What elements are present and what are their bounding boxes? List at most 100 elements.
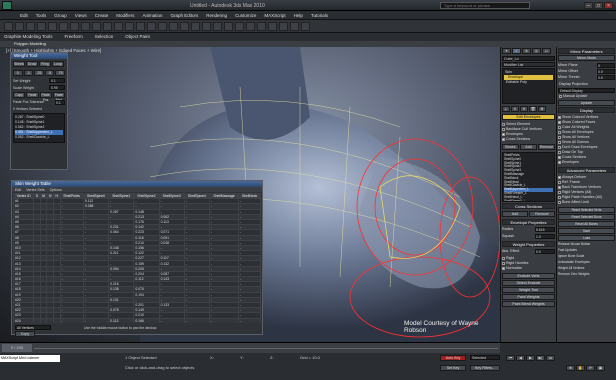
checkbox-icon[interactable]: [558, 135, 561, 139]
spinner-snap-icon[interactable]: [191, 22, 200, 31]
table-cell[interactable]: 0.113: [108, 317, 135, 323]
wt-loop-button[interactable]: Loop: [52, 61, 64, 67]
play-icon[interactable]: ▶: [526, 355, 535, 361]
time-slider-thumb[interactable]: 0 / 100: [2, 344, 32, 352]
adv-button[interactable]: Ignore Bone Scale: [558, 254, 615, 259]
checkbox-icon[interactable]: [558, 175, 561, 179]
make-unique-icon[interactable]: ∀: [520, 106, 528, 112]
render-frame-icon[interactable]: [290, 22, 299, 31]
next-frame-icon[interactable]: ▶|: [536, 355, 545, 361]
checkbox-icon[interactable]: [558, 140, 561, 144]
wt-grow-button[interactable]: Grow: [26, 61, 38, 67]
menu-item-maxscript[interactable]: MAXScript: [264, 13, 285, 18]
selected-set-select[interactable]: Selected: [470, 355, 500, 360]
bones-list[interactable]: ShellPelvis ShellSpine0 ShellSpine1 ShellSp…: [502, 152, 555, 202]
select-icon[interactable]: [59, 22, 68, 31]
close-button[interactable]: ×: [604, 2, 613, 9]
modify-tab-icon[interactable]: ◐: [512, 48, 521, 54]
mirror-header[interactable]: Mirror Parameters: [558, 48, 615, 54]
column-header[interactable]: ShellMassage: [209, 193, 240, 200]
configure-sets-icon[interactable]: ⚙: [538, 106, 546, 112]
menu-item-tools[interactable]: Tools: [36, 13, 47, 18]
search-input[interactable]: Type a keyword or phrase: [440, 2, 530, 9]
table-cell[interactable]: -: [209, 317, 240, 323]
option-checkbox[interactable]: Cross Sections: [502, 137, 555, 142]
checkbox-icon[interactable]: [558, 195, 561, 199]
wt-ring-button[interactable]: Ring: [39, 61, 51, 67]
adv-button[interactable]: Fast Updates: [558, 248, 615, 253]
mirror-field-input[interactable]: X: [597, 63, 615, 68]
link-icon[interactable]: [26, 22, 35, 31]
wt-paste-bind-button[interactable]: Paste Bind: [52, 92, 65, 102]
checkbox-icon[interactable]: [502, 132, 505, 136]
weight-option[interactable]: Normalize: [502, 266, 555, 271]
minimize-button[interactable]: –: [584, 2, 593, 9]
column-header[interactable]: ShellSpine1: [108, 193, 135, 200]
checkbox-icon[interactable]: [558, 180, 561, 184]
skin-tool-button[interactable]: Weight Tool: [502, 287, 555, 293]
menu-item-create[interactable]: Create: [95, 13, 109, 18]
set-weight-field[interactable]: 0.1: [49, 78, 65, 83]
ribbon-sub-label[interactable]: Polygon Modeling: [14, 41, 46, 46]
wt-paste-button[interactable]: Paste: [26, 92, 39, 98]
mirror-field-input[interactable]: 0.0: [597, 69, 615, 74]
ribbon-tab-3[interactable]: Object Paint: [125, 34, 150, 39]
checkbox-icon[interactable]: [558, 160, 561, 164]
table-row[interactable]: #24- -0.113 0.166- - - -: [13, 317, 261, 323]
cs-add-button[interactable]: Add: [502, 211, 528, 217]
table-cell[interactable]: -: [158, 317, 185, 323]
pin-stack-icon[interactable]: ⊥: [502, 106, 510, 112]
pivot-icon[interactable]: [147, 22, 156, 31]
checkbox-icon[interactable]: [558, 200, 561, 204]
auto-key-button[interactable]: Auto Key: [440, 355, 466, 361]
skin-tool-button[interactable]: Exclude Verts: [502, 273, 555, 279]
column-header[interactable]: ShellSpine2: [133, 193, 160, 200]
percent-snap-icon[interactable]: [180, 22, 189, 31]
squash-field[interactable]: 1.0: [535, 234, 555, 239]
table-menu-2[interactable]: Options: [50, 188, 62, 192]
checkbox-icon[interactable]: [558, 125, 561, 129]
window-crossing-icon[interactable]: [92, 22, 101, 31]
named-sel-icon[interactable]: [202, 22, 211, 31]
bind-icon[interactable]: [48, 22, 57, 31]
table-cell[interactable]: 0.166: [133, 317, 160, 323]
maximize-button[interactable]: □: [594, 2, 603, 9]
rect-select-icon[interactable]: [81, 22, 90, 31]
checkbox-icon[interactable]: [502, 261, 505, 265]
checkbox-icon[interactable]: [558, 115, 561, 119]
bone-item[interactable]: ShellFinger0_L: [504, 199, 553, 201]
bones-tab-1[interactable]: Add: [520, 144, 537, 150]
remove-modifier-icon[interactable]: 🗑: [529, 106, 537, 112]
menu-item-tutorials[interactable]: Tutorials: [311, 13, 328, 18]
orbit-icon[interactable]: ⟳: [586, 365, 595, 371]
abs-effect-field[interactable]: 0.0: [535, 249, 555, 254]
schematic-icon[interactable]: [257, 22, 266, 31]
column-header[interactable]: ShellPelvis: [59, 193, 84, 200]
wt-paste-pos-button[interactable]: Paste Pos: [39, 92, 52, 102]
weight-props-header[interactable]: Weight Properties: [502, 241, 555, 247]
display-option[interactable]: Envelopes: [558, 160, 615, 165]
bones-tab-0[interactable]: Bones: [502, 144, 519, 150]
table-cell[interactable]: -: [82, 317, 110, 323]
skin-tool-button[interactable]: Paint Blend Weights: [502, 301, 555, 307]
ref-coord-icon[interactable]: [136, 22, 145, 31]
manual-update-check[interactable]: Manual Update: [557, 94, 616, 99]
menu-item-graph-editors[interactable]: Graph Editors: [171, 13, 199, 18]
checkbox-icon[interactable]: [502, 137, 505, 141]
modifier-list-dropdown[interactable]: Modifier List: [502, 62, 555, 67]
render-icon[interactable]: [301, 22, 310, 31]
set-key-button[interactable]: Set Key: [440, 365, 466, 371]
edit-envelopes-button[interactable]: Edit Envelopes: [502, 114, 555, 120]
adv-button[interactable]: Animatable Envelopes: [558, 260, 615, 265]
skin-tool-button[interactable]: Select Exclude: [502, 280, 555, 286]
select-by-name-icon[interactable]: [70, 22, 79, 31]
curve-editor-icon[interactable]: [246, 22, 255, 31]
vertex-set-select[interactable]: All Vertices: [15, 325, 51, 330]
checkbox-icon[interactable]: [558, 155, 561, 159]
mirror-mode-button[interactable]: Mirror Mode: [558, 55, 615, 61]
update-button[interactable]: Update: [558, 100, 615, 106]
adv-button[interactable]: Reset Selected Verts: [558, 207, 615, 213]
column-header[interactable]: ShellSpine0: [82, 193, 110, 200]
weight-0-button[interactable]: 0: [13, 70, 23, 76]
move-icon[interactable]: [103, 22, 112, 31]
